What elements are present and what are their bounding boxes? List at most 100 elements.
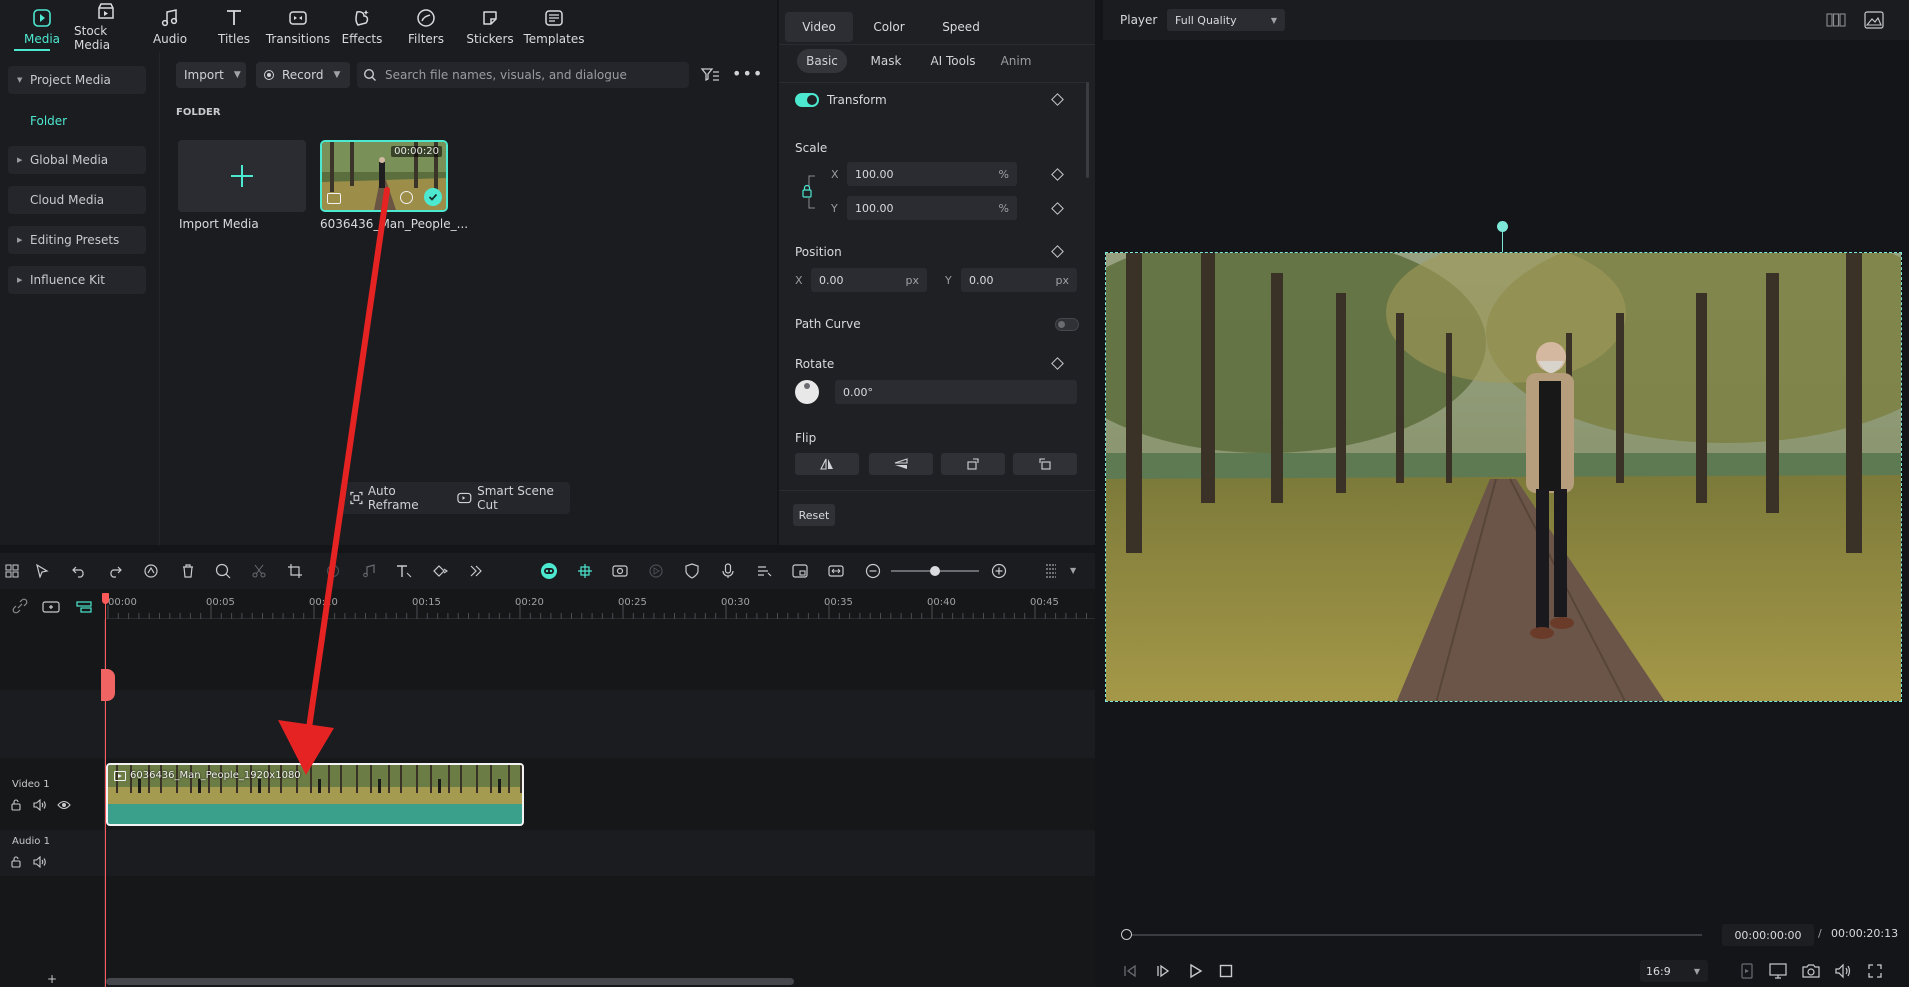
- sidebar-item-editing-presets[interactable]: ▶ Editing Presets: [8, 226, 146, 254]
- rotate-counterclockwise-button[interactable]: [1013, 453, 1077, 475]
- playhead-marker-tab[interactable]: [101, 669, 115, 701]
- track-lock-icon[interactable]: [10, 856, 22, 871]
- tool-media[interactable]: Media: [10, 0, 74, 52]
- aspect-ratio-dropdown[interactable]: 16:9 ▼: [1640, 960, 1708, 982]
- reset-button[interactable]: Reset: [793, 504, 835, 526]
- import-media-tile[interactable]: [178, 140, 306, 212]
- search-input[interactable]: [385, 68, 675, 82]
- rotate-clockwise-button[interactable]: [941, 453, 1005, 475]
- marker-shield-icon[interactable]: [683, 562, 701, 580]
- transform-toggle[interactable]: [795, 93, 819, 107]
- picture-in-picture-icon[interactable]: [791, 562, 809, 580]
- scale-x-input[interactable]: 100.00 %: [847, 162, 1017, 186]
- path-curve-toggle[interactable]: [1055, 318, 1079, 331]
- silence-detect-icon[interactable]: [647, 562, 665, 580]
- tool-filters[interactable]: Filters: [394, 0, 458, 52]
- keyframe-icon[interactable]: [1051, 202, 1064, 215]
- delete-icon[interactable]: [179, 562, 197, 580]
- panel-scrollbar[interactable]: [1086, 82, 1089, 178]
- link-icon[interactable]: [12, 598, 28, 617]
- layout-grid-icon[interactable]: [1826, 12, 1846, 31]
- microphone-icon[interactable]: [719, 562, 737, 580]
- snapshot-image-icon[interactable]: [1864, 11, 1884, 32]
- rotate-handle[interactable]: [1497, 221, 1508, 232]
- import-dropdown[interactable]: Import ▼: [176, 62, 246, 88]
- subtab-ai-tools[interactable]: AI Tools: [925, 49, 981, 73]
- track-mute-icon[interactable]: [33, 798, 47, 814]
- ripple-delete-icon[interactable]: [214, 562, 232, 580]
- media-clip-thumbnail[interactable]: 00:00:20: [320, 140, 448, 212]
- zoom-slider-knob[interactable]: [930, 566, 940, 576]
- audio-mixer-icon[interactable]: [755, 562, 773, 580]
- tool-stock-media[interactable]: Stock Media: [74, 0, 138, 52]
- zoom-in-icon[interactable]: [990, 562, 1008, 580]
- current-time[interactable]: 00:00:00:00: [1722, 924, 1814, 946]
- playback-progress-track[interactable]: [1126, 934, 1702, 936]
- audio-stretch-icon[interactable]: [360, 562, 378, 580]
- previous-frame-icon[interactable]: [1122, 963, 1138, 982]
- add-track-icon[interactable]: [42, 600, 60, 617]
- undo-icon[interactable]: [70, 562, 88, 580]
- flip-horizontal-button[interactable]: [795, 453, 859, 475]
- auto-highlight-icon[interactable]: [611, 562, 629, 580]
- position-x-input[interactable]: 0.00 px: [811, 268, 927, 292]
- rotate-input[interactable]: 0.00°: [835, 380, 1077, 404]
- keyframe-icon[interactable]: [1051, 245, 1064, 258]
- video-preview-frame[interactable]: [1105, 252, 1902, 702]
- zoom-out-icon[interactable]: [864, 562, 882, 580]
- tool-audio[interactable]: Audio: [138, 0, 202, 52]
- chevron-down-icon[interactable]: ▼: [1070, 566, 1076, 575]
- sidebar-item-project-media[interactable]: ▼ Project Media: [8, 66, 146, 94]
- flip-vertical-button[interactable]: [869, 453, 933, 475]
- redo-icon[interactable]: [106, 562, 124, 580]
- tool-templates[interactable]: Templates: [522, 0, 586, 52]
- ai-edit-icon[interactable]: [142, 562, 160, 580]
- track-options-icon[interactable]: [1042, 562, 1060, 580]
- tool-effects[interactable]: Effects: [330, 0, 394, 52]
- keyframe-icon[interactable]: [1051, 168, 1064, 181]
- render-preview-icon[interactable]: [1740, 963, 1754, 982]
- crop-icon[interactable]: [286, 562, 304, 580]
- snap-magnet-icon[interactable]: [576, 562, 594, 580]
- select-pointer-icon[interactable]: [33, 562, 51, 580]
- quality-dropdown[interactable]: Full Quality ▼: [1167, 9, 1285, 31]
- sidebar-item-influence-kit[interactable]: ▶ Influence Kit: [8, 266, 146, 294]
- text-tool-icon[interactable]: [395, 562, 413, 580]
- subtab-basic[interactable]: Basic: [797, 49, 847, 73]
- sidebar-item-folder[interactable]: Folder: [30, 114, 67, 128]
- lock-ratio-icon[interactable]: [801, 172, 815, 212]
- play-previous-icon[interactable]: [1155, 963, 1171, 982]
- ai-assistant-icon[interactable]: [540, 562, 558, 580]
- sidebar-item-global-media[interactable]: ▶ Global Media: [8, 146, 146, 174]
- playback-progress-knob[interactable]: [1121, 929, 1132, 940]
- tool-titles[interactable]: Titles: [202, 0, 266, 52]
- playhead-head[interactable]: [102, 593, 109, 604]
- auto-reframe-button[interactable]: Auto Reframe: [350, 484, 443, 512]
- timeline-horizontal-scrollbar[interactable]: [106, 978, 794, 985]
- more-options-icon[interactable]: •••: [732, 66, 763, 82]
- track-mute-icon[interactable]: [33, 855, 47, 871]
- color-match-icon[interactable]: [324, 562, 342, 580]
- play-icon[interactable]: [1187, 963, 1203, 982]
- position-y-input[interactable]: 0.00 px: [961, 268, 1077, 292]
- smart-scene-cut-button[interactable]: Smart Scene Cut: [457, 484, 570, 512]
- subtab-mask[interactable]: Mask: [863, 49, 909, 73]
- rotate-dial[interactable]: [795, 380, 819, 404]
- layout-icon[interactable]: [3, 562, 21, 580]
- timeline-video-clip[interactable]: 6036436_Man_People_1920x1080: [106, 763, 524, 826]
- tool-stickers[interactable]: Stickers: [458, 0, 522, 52]
- add-icon[interactable]: +: [47, 972, 57, 986]
- sidebar-item-cloud-media[interactable]: Cloud Media: [8, 186, 146, 214]
- track-lock-icon[interactable]: [10, 799, 22, 814]
- record-dropdown[interactable]: Record ▼: [256, 62, 350, 88]
- volume-icon[interactable]: [1834, 963, 1852, 982]
- camera-snapshot-icon[interactable]: [1802, 963, 1820, 982]
- filter-sort-icon[interactable]: [700, 66, 720, 87]
- display-settings-icon[interactable]: [1769, 963, 1787, 982]
- tab-speed[interactable]: Speed: [927, 12, 995, 42]
- more-tools-icon[interactable]: [467, 562, 485, 580]
- tab-video[interactable]: Video: [785, 12, 853, 42]
- split-scissors-icon[interactable]: [250, 562, 268, 580]
- scale-y-input[interactable]: 100.00 %: [847, 196, 1017, 220]
- track-visibility-icon[interactable]: [57, 799, 71, 814]
